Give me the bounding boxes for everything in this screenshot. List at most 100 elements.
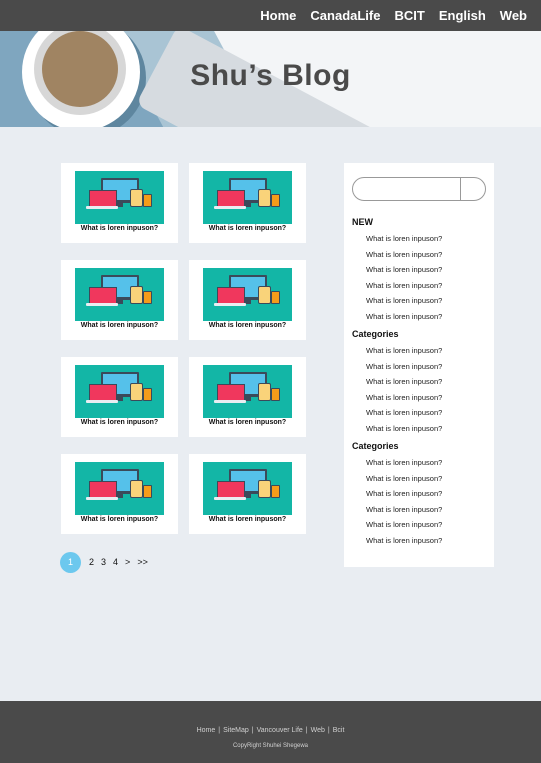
page-3[interactable]: 3 — [101, 557, 106, 567]
blog-title: Shu’s Blog — [190, 59, 351, 92]
footer: Home | SiteMap | Vancouver Life | Web | Bcit Cop… — [0, 701, 541, 763]
post-thumbnail-image[interactable] — [203, 462, 292, 515]
laptop-base-icon — [86, 303, 118, 306]
page-4[interactable]: 4 — [113, 557, 118, 567]
post-title[interactable]: What is loren inpuson? — [189, 225, 306, 232]
laptop-icon — [89, 481, 117, 498]
copyright: CopyRight Shuhei Shegewa — [232, 743, 309, 749]
sidebar: NEW What is loren inpuson? What is loren i… — [344, 163, 494, 567]
page-current[interactable]: 1 — [60, 551, 81, 573]
nav-canadalife[interactable]: CanadaLife — [310, 8, 380, 23]
nav-home[interactable]: Home — [260, 8, 296, 23]
post-card[interactable]: What is loren inpuson? — [61, 163, 178, 243]
sidebar-link[interactable]: What is loren inpuson? — [366, 505, 442, 514]
hero-banner: Shu’s Blog — [0, 31, 541, 127]
footer-separator: | — [305, 727, 308, 734]
sidebar-link[interactable]: What is loren inpuson? — [366, 458, 442, 467]
footer-link-vancouver-life[interactable]: Vancouver Life — [257, 727, 303, 734]
laptop-icon — [217, 287, 245, 304]
laptop-base-icon — [214, 497, 246, 500]
post-thumbnail-image[interactable] — [203, 365, 292, 418]
sidebar-section-title: Categories — [352, 329, 399, 339]
phone-icon — [271, 485, 280, 498]
footer-links: Home | SiteMap | Vancouver Life | Web | Bcit — [0, 727, 541, 734]
search-box — [352, 177, 486, 201]
sidebar-link[interactable]: What is loren inpuson? — [366, 408, 442, 417]
phone-icon — [271, 291, 280, 304]
laptop-icon — [217, 481, 245, 498]
post-card[interactable]: What is loren inpuson? — [189, 357, 306, 437]
tablet-icon — [130, 286, 143, 304]
sidebar-link[interactable]: What is loren inpuson? — [366, 377, 442, 386]
post-title[interactable]: What is loren inpuson? — [189, 322, 306, 329]
sidebar-section-title: NEW — [352, 217, 373, 227]
tablet-icon — [130, 189, 143, 207]
post-card[interactable]: What is loren inpuson? — [189, 260, 306, 340]
sidebar-link[interactable]: What is loren inpuson? — [366, 250, 442, 259]
sidebar-link[interactable]: What is loren inpuson? — [366, 281, 442, 290]
laptop-icon — [217, 384, 245, 401]
post-title[interactable]: What is loren inpuson? — [61, 225, 178, 232]
post-card[interactable]: What is loren inpuson? — [61, 357, 178, 437]
post-title[interactable]: What is loren inpuson? — [61, 419, 178, 426]
sidebar-link[interactable]: What is loren inpuson? — [366, 296, 442, 305]
footer-link-bcit[interactable]: Bcit — [333, 727, 345, 734]
laptop-base-icon — [86, 400, 118, 403]
nav-bcit[interactable]: BCIT — [394, 8, 424, 23]
laptop-base-icon — [86, 497, 118, 500]
search-input[interactable] — [361, 181, 463, 199]
tablet-icon — [130, 383, 143, 401]
footer-link-home[interactable]: Home — [197, 727, 216, 734]
sidebar-link[interactable]: What is loren inpuson? — [366, 362, 442, 371]
footer-separator: | — [327, 727, 330, 734]
page-2[interactable]: 2 — [89, 557, 94, 567]
tablet-icon — [258, 189, 271, 207]
footer-separator: | — [218, 727, 221, 734]
post-title[interactable]: What is loren inpuson? — [189, 516, 306, 523]
post-card[interactable]: What is loren inpuson? — [61, 260, 178, 340]
sidebar-link[interactable]: What is loren inpuson? — [366, 265, 442, 274]
sidebar-link[interactable]: What is loren inpuson? — [366, 474, 442, 483]
phone-icon — [143, 194, 152, 207]
laptop-icon — [89, 287, 117, 304]
post-thumbnail-image[interactable] — [75, 365, 164, 418]
post-title[interactable]: What is loren inpuson? — [189, 419, 306, 426]
nav-english[interactable]: English — [439, 8, 486, 23]
footer-link-sitemap[interactable]: SiteMap — [223, 727, 249, 734]
page-next[interactable]: > — [125, 557, 130, 567]
post-thumbnail-image[interactable] — [75, 462, 164, 515]
phone-icon — [271, 388, 280, 401]
post-thumbnail-image[interactable] — [203, 268, 292, 321]
sidebar-link[interactable]: What is loren inpuson? — [366, 346, 442, 355]
pagination: 1 2 3 4 > >> — [60, 551, 155, 573]
post-title[interactable]: What is loren inpuson? — [61, 322, 178, 329]
page-last[interactable]: >> — [137, 557, 148, 567]
top-nav: Home CanadaLife BCIT English Web — [0, 0, 541, 31]
post-thumbnail-image[interactable] — [75, 171, 164, 224]
tablet-icon — [258, 286, 271, 304]
post-card[interactable]: What is loren inpuson? — [189, 454, 306, 534]
post-thumbnail-image[interactable] — [75, 268, 164, 321]
laptop-icon — [217, 190, 245, 207]
nav-web[interactable]: Web — [500, 8, 527, 23]
post-title[interactable]: What is loren inpuson? — [61, 516, 178, 523]
sidebar-link[interactable]: What is loren inpuson? — [366, 489, 442, 498]
phone-icon — [143, 291, 152, 304]
post-card[interactable]: What is loren inpuson? — [61, 454, 178, 534]
sidebar-link[interactable]: What is loren inpuson? — [366, 536, 442, 545]
search-button[interactable] — [460, 178, 485, 200]
sidebar-link[interactable]: What is loren inpuson? — [366, 520, 442, 529]
sidebar-link[interactable]: What is loren inpuson? — [366, 393, 442, 402]
sidebar-link[interactable]: What is loren inpuson? — [366, 424, 442, 433]
post-card[interactable]: What is loren inpuson? — [189, 163, 306, 243]
sidebar-link[interactable]: What is loren inpuson? — [366, 234, 442, 243]
footer-link-web[interactable]: Web — [311, 727, 325, 734]
laptop-icon — [89, 190, 117, 207]
sidebar-link[interactable]: What is loren inpuson? — [366, 312, 442, 321]
laptop-base-icon — [214, 303, 246, 306]
phone-icon — [143, 485, 152, 498]
phone-icon — [143, 388, 152, 401]
laptop-icon — [89, 384, 117, 401]
laptop-base-icon — [86, 206, 118, 209]
post-thumbnail-image[interactable] — [203, 171, 292, 224]
